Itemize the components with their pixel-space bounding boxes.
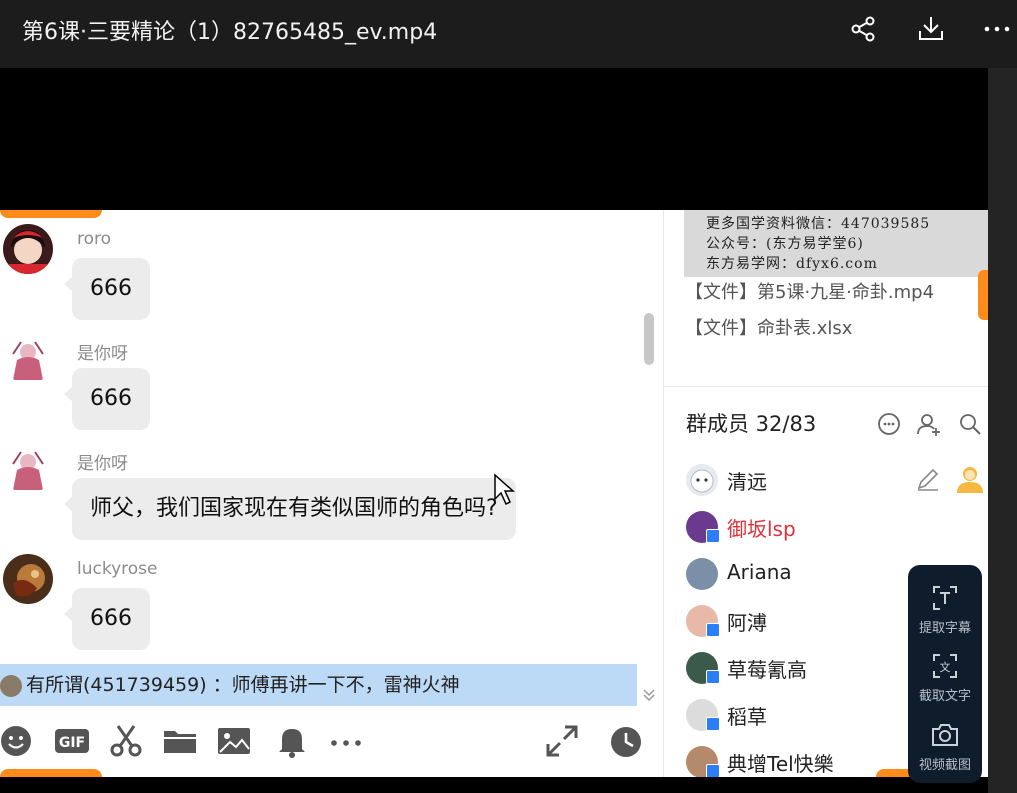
- members-title: 群成员 32/83: [686, 412, 817, 436]
- watermark-line: 东方易学网：dfyx6.com: [706, 256, 878, 272]
- image-icon[interactable]: [216, 723, 252, 759]
- watermark-line: 更多国学资料微信：447039585: [706, 216, 931, 232]
- watermark: 更多国学资料微信：447039585 公众号：(东方易学堂6) 东方易学网：df…: [684, 210, 988, 277]
- share-icon[interactable]: [848, 14, 878, 44]
- mouse-cursor-icon: [494, 473, 515, 506]
- sender-name: 是你呀: [77, 454, 128, 474]
- extract-text-label: 截取文字: [918, 689, 971, 704]
- more-icon[interactable]: [328, 723, 364, 759]
- member-item[interactable]: 御坂lsp: [684, 507, 984, 547]
- chat-scrollbar[interactable]: [644, 313, 654, 365]
- extract-subtitles-button[interactable]: 提取字幕: [908, 583, 982, 636]
- message-text: 666: [90, 606, 132, 631]
- notice-avatar: [0, 674, 22, 697]
- message-text: 666: [90, 386, 132, 411]
- message-bubble: 666: [64, 258, 150, 320]
- member-name: 稻草: [727, 705, 767, 729]
- title-bar: 第6课·三要精论（1）82765485_ev.mp4: [0, 0, 1017, 68]
- camera-icon: [932, 724, 958, 746]
- member-badge: [706, 717, 720, 731]
- video-frame[interactable]: roro 666 是你呀 666 是你呀 师父，我们国家现在有类似国师的角色吗?…: [0, 210, 988, 777]
- more-icon[interactable]: [982, 14, 1012, 44]
- scissors-icon[interactable]: [108, 723, 144, 759]
- member-badge: [706, 623, 720, 637]
- chat-panel: roro 666 是你呀 666 是你呀 师父，我们国家现在有类似国师的角色吗?…: [0, 210, 662, 777]
- search-icon[interactable]: [957, 411, 983, 437]
- orange-tab-decoration: [0, 210, 102, 218]
- floating-tool-panel: 提取字幕 文 截取文字 视频截图: [908, 565, 982, 783]
- file-link[interactable]: 【文件】命卦表.xlsx: [685, 314, 852, 340]
- message-text: 666: [90, 276, 132, 301]
- text-scan-icon: 文: [933, 654, 957, 678]
- avatar: [3, 334, 53, 384]
- chat-message: roro 666: [0, 224, 640, 324]
- emoji-icon[interactable]: [0, 723, 36, 759]
- message-text: 师父，我们国家现在有类似国师的角色吗?: [90, 496, 498, 521]
- download-icon[interactable]: [916, 14, 946, 44]
- avatar: [3, 224, 53, 274]
- chat-message: luckyrose 666: [0, 554, 640, 654]
- message-bubble: 666: [64, 368, 150, 430]
- member-name: 清远: [727, 470, 767, 494]
- folder-icon[interactable]: [162, 723, 198, 759]
- sender-name: luckyrose: [77, 559, 158, 579]
- gif-icon[interactable]: GIF: [54, 723, 90, 759]
- avatar: [3, 444, 53, 494]
- member-name: 御坂lsp: [727, 517, 796, 541]
- chat-bubble-icon[interactable]: [876, 411, 902, 437]
- subtitle-icon: [933, 586, 957, 610]
- avatar: [686, 464, 718, 496]
- member-badge: [706, 670, 720, 684]
- extract-subtitles-label: 提取字幕: [918, 621, 971, 636]
- member-badge: [706, 764, 720, 777]
- collapse-notice-icon[interactable]: [642, 688, 656, 702]
- sender-name: 是你呀: [77, 344, 128, 364]
- watermark-line: 公众号：(东方易学堂6): [706, 236, 864, 252]
- chat-toolbar: GIF: [0, 715, 660, 765]
- avatar: [686, 558, 718, 590]
- page-scrollbar[interactable]: [988, 68, 1017, 793]
- svg-text:文: 文: [940, 660, 951, 674]
- chat-message: 是你呀 师父，我们国家现在有类似国师的角色吗?: [0, 444, 640, 544]
- orange-tab-decoration: [0, 769, 102, 777]
- history-icon[interactable]: [608, 723, 644, 759]
- member-name: Ariana: [727, 560, 792, 584]
- chat-message: 是你呀 666: [0, 334, 640, 434]
- file-link[interactable]: 【文件】第5课·九星·命卦.mp4: [685, 278, 934, 304]
- video-title: 第6课·三要精论（1）82765485_ev.mp4: [22, 20, 438, 45]
- notice-bar[interactable]: 有所谓(451739459) ：师傅再讲一下不，雷神火神: [0, 664, 637, 706]
- member-name: 阿溥: [727, 611, 767, 635]
- message-bubble: 666: [64, 588, 150, 650]
- extract-text-button[interactable]: 文 截取文字: [908, 651, 982, 704]
- expand-icon[interactable]: [544, 723, 580, 759]
- member-name: 典增Tel快樂: [727, 752, 834, 776]
- divider: [664, 386, 988, 387]
- video-screenshot-label: 视频截图: [918, 758, 971, 773]
- member-item[interactable]: 清远: [684, 460, 984, 500]
- video-screenshot-button[interactable]: 视频截图: [908, 720, 982, 773]
- avatar: [3, 554, 53, 604]
- notice-text: 有所谓(451739459) ：师傅再讲一下不，雷神火神: [26, 674, 460, 696]
- add-member-icon[interactable]: [916, 411, 942, 437]
- member-name: 草莓氰高: [727, 658, 807, 682]
- bell-icon[interactable]: [274, 723, 310, 759]
- member-badge: [706, 529, 720, 543]
- sender-name: roro: [77, 229, 112, 249]
- message-bubble: 师父，我们国家现在有类似国师的角色吗?: [64, 478, 516, 540]
- orange-tab-decoration: [978, 270, 988, 320]
- svg-text:GIF: GIF: [59, 735, 85, 751]
